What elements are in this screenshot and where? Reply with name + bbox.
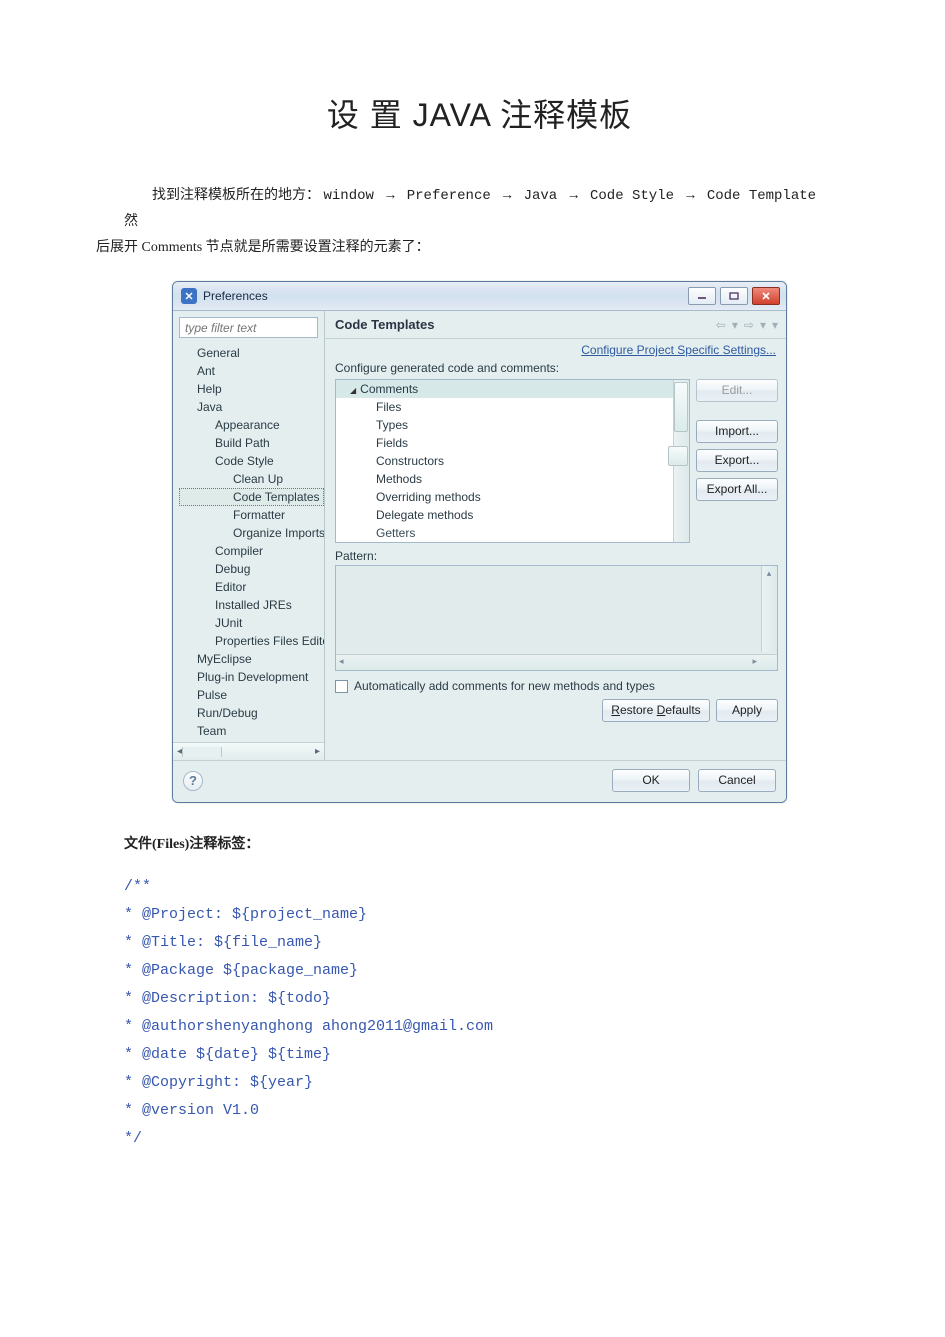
tree-node[interactable]: JUnit (179, 614, 324, 632)
minimize-button[interactable] (688, 287, 716, 305)
filter-input[interactable] (179, 317, 318, 338)
code-block: /** * @Project: ${project_name} * @Title… (124, 873, 835, 1153)
tree-node[interactable]: General (179, 344, 324, 362)
edit-button[interactable]: Edit... (696, 379, 778, 402)
configure-label: Configure generated code and comments: (325, 359, 786, 379)
tree-node[interactable]: Debug (179, 560, 324, 578)
auto-comments-checkbox[interactable] (335, 680, 348, 693)
tree-node[interactable]: Plug-in Development (179, 668, 324, 686)
forward-icon[interactable]: ⇨ (742, 318, 756, 332)
tree-node[interactable]: MyEclipse (179, 650, 324, 668)
tree-node[interactable]: Installed JREs (179, 596, 324, 614)
tree-node[interactable]: Getters (336, 524, 689, 542)
tree-node[interactable]: Run/Debug (179, 704, 324, 722)
configure-project-link[interactable]: Configure Project Specific Settings... (325, 339, 786, 359)
tree-node[interactable]: Constructors (336, 452, 689, 470)
export-all-button[interactable]: Export All... (696, 478, 778, 501)
app-icon (181, 288, 197, 304)
tree-node[interactable]: Appearance (179, 416, 324, 434)
pattern-label: Pattern: (325, 549, 786, 565)
sidebar-scrollbar[interactable]: ◂ ▸ (173, 742, 324, 760)
close-button[interactable] (752, 287, 780, 305)
page-title: 设 置 JAVA 注释模板 (124, 90, 835, 136)
apply-button[interactable]: Apply (716, 699, 778, 722)
cancel-button[interactable]: Cancel (698, 769, 776, 792)
tree-node[interactable]: Delegate methods (336, 506, 689, 524)
header-nav[interactable]: ⇦▾ ⇨▾ ▾ (714, 318, 780, 332)
preferences-window: Preferences GeneralAntHelpJavaAppearance… (172, 281, 787, 803)
nav-tree[interactable]: GeneralAntHelpJavaAppearanceBuild PathCo… (173, 342, 324, 742)
tree-node[interactable]: Properties Files Editor (179, 632, 324, 650)
auto-comments-label: Automatically add comments for new metho… (354, 679, 655, 693)
maximize-button[interactable] (720, 287, 748, 305)
files-heading: 文件(Files)注释标签： (124, 833, 835, 853)
tree-node[interactable]: Pulse (179, 686, 324, 704)
tree-node[interactable]: Types (336, 416, 689, 434)
window-title: Preferences (203, 289, 268, 303)
tree-node[interactable]: Code Style (179, 452, 324, 470)
tree-node[interactable]: Files (336, 398, 689, 416)
tree-node[interactable]: Organize Imports (179, 524, 324, 542)
tree-node[interactable]: Code Templates (179, 488, 324, 506)
tree-node[interactable]: Formatter (179, 506, 324, 524)
import-button[interactable]: Import... (696, 420, 778, 443)
pattern-textarea[interactable]: ▴ ◂▸ (335, 565, 778, 671)
titlebar: Preferences (173, 282, 786, 311)
tree-scrollbar[interactable] (673, 380, 689, 542)
export-button[interactable]: Export... (696, 449, 778, 472)
tree-node[interactable]: Editor (179, 578, 324, 596)
tree-node[interactable]: Team (179, 722, 324, 740)
tree-node[interactable]: Java (179, 398, 324, 416)
restore-defaults-button[interactable]: RRestore Defaultsestore Defaults (602, 699, 710, 722)
tree-node[interactable]: Overriding methods (336, 488, 689, 506)
tree-node[interactable]: Clean Up (179, 470, 324, 488)
sidebar: GeneralAntHelpJavaAppearanceBuild PathCo… (173, 311, 325, 760)
content-heading: Code Templates (335, 317, 434, 332)
tree-node[interactable]: Fields (336, 434, 689, 452)
ok-button[interactable]: OK (612, 769, 690, 792)
tree-node[interactable]: Help (179, 380, 324, 398)
templates-tree[interactable]: Comments FilesTypesFieldsConstructorsMet… (335, 379, 690, 543)
tree-node[interactable]: Compiler (179, 542, 324, 560)
tree-node[interactable]: Methods (336, 470, 689, 488)
tree-node[interactable]: Build Path (179, 434, 324, 452)
tree-node[interactable]: Ant (179, 362, 324, 380)
intro-text: 找到注释模板所在的地方： window → Preference → Java … (124, 181, 835, 261)
back-icon[interactable]: ⇦ (714, 318, 728, 332)
help-icon[interactable]: ? (183, 771, 203, 791)
tree-node-comments[interactable]: Comments (336, 380, 689, 398)
